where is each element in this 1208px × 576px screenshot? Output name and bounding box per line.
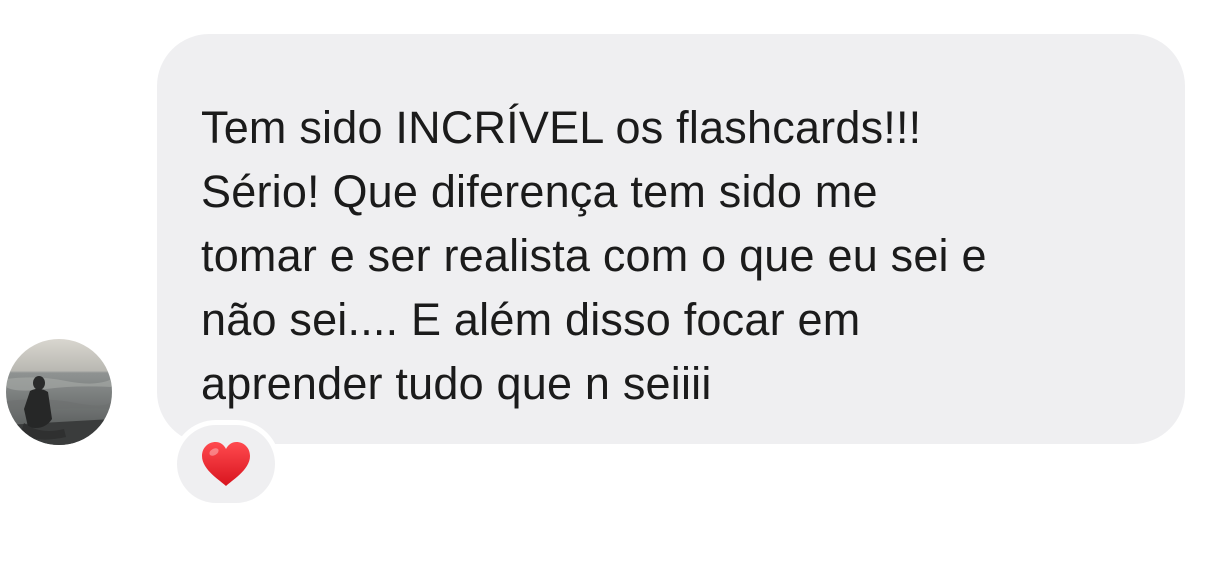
chat-message-row: Tem sido INCRÍVEL os flashcards!!! Sério…	[0, 0, 1208, 576]
message-text-line: aprender tudo que n seiiii	[201, 358, 712, 409]
message-text-line: não sei.... E além disso focar em	[201, 294, 861, 345]
red-heart-icon	[202, 442, 250, 486]
sender-avatar[interactable]	[6, 339, 112, 445]
message-text-line: Tem sido INCRÍVEL os flashcards!!!	[201, 102, 922, 153]
reaction-badge[interactable]	[172, 420, 280, 508]
message-text-line: tomar e ser realista com o que eu sei e	[201, 230, 987, 281]
message-bubble[interactable]: Tem sido INCRÍVEL os flashcards!!! Sério…	[157, 34, 1185, 444]
message-text-line: Sério! Que diferença tem sido me	[201, 166, 878, 217]
avatar-photo	[6, 339, 112, 445]
